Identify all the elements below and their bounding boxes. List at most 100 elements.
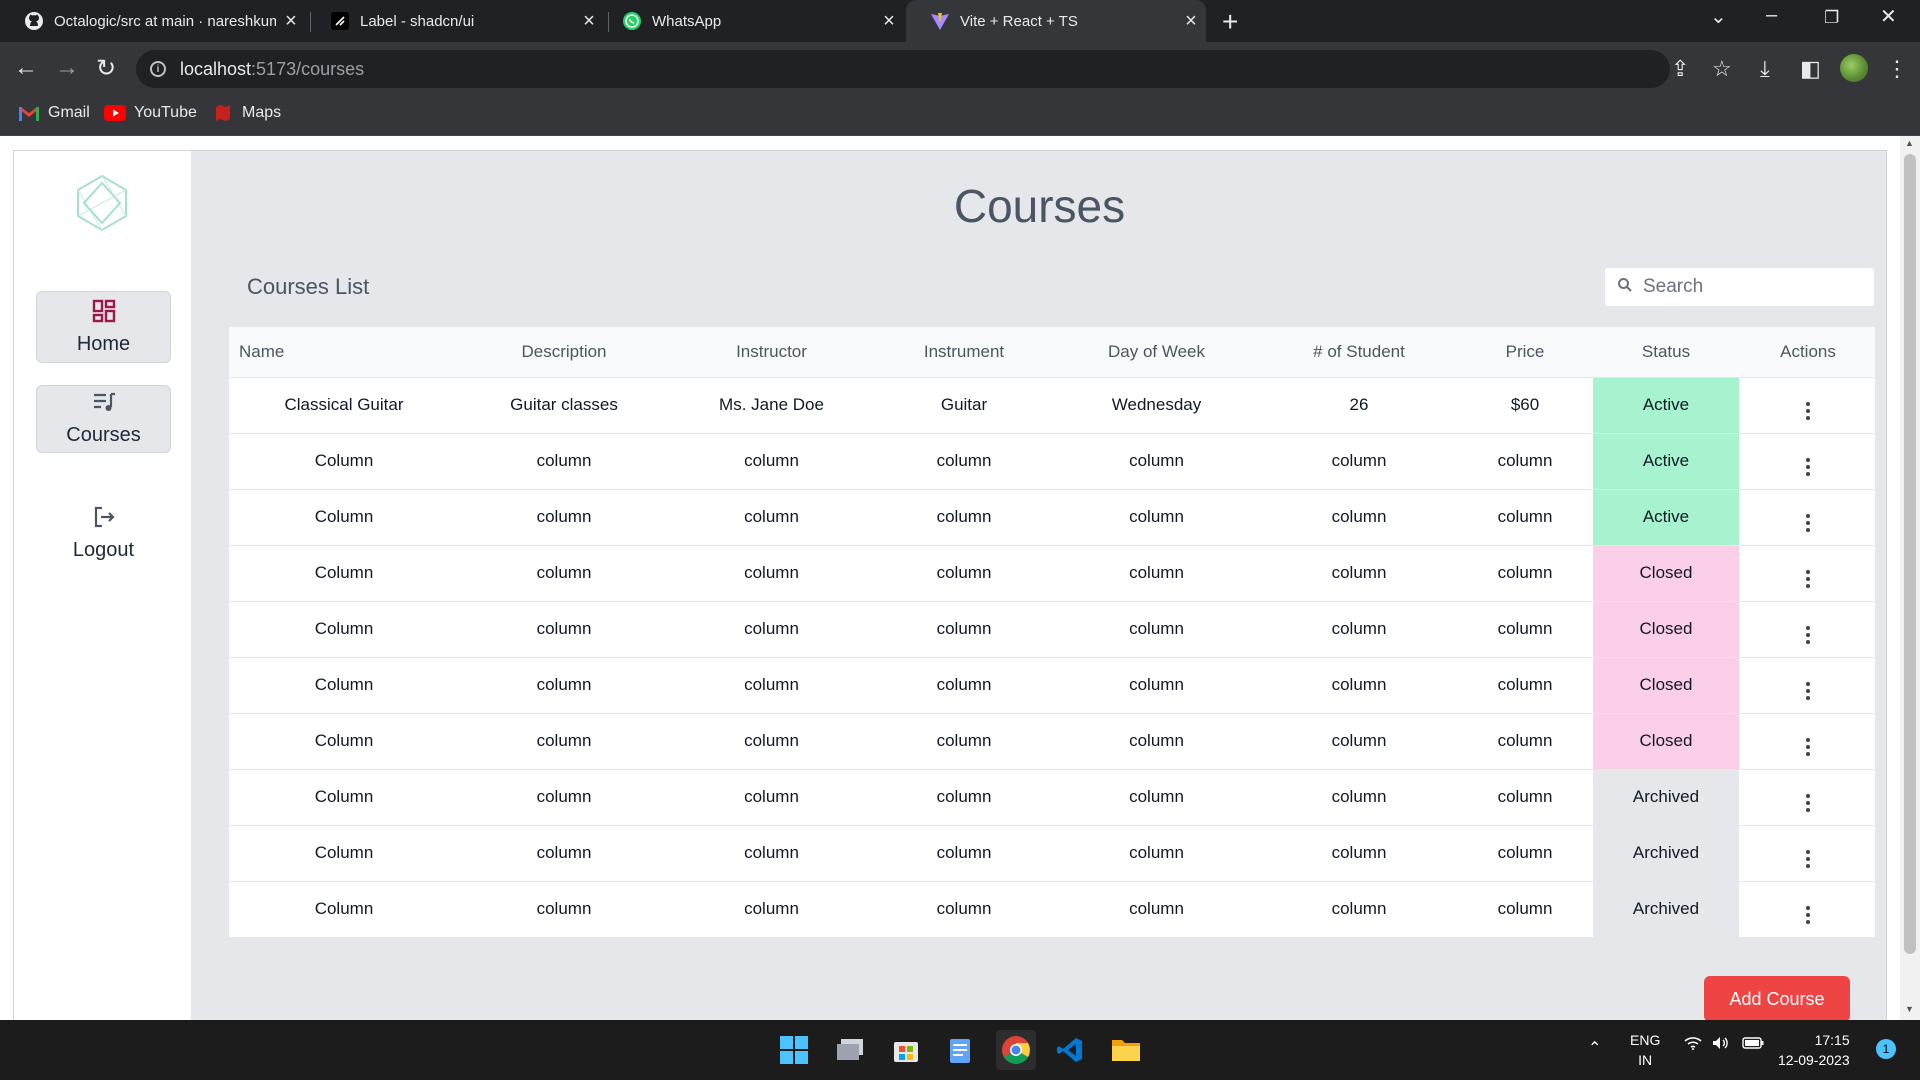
search-field[interactable] [1604, 267, 1875, 307]
table-header-row: Name Description Instructor Instrument D… [229, 327, 1875, 378]
table-row[interactable]: Column column column column column colum… [229, 601, 1875, 658]
table-row[interactable]: Column column column column column colum… [229, 489, 1875, 546]
column-header-description[interactable]: Description [459, 327, 669, 378]
tab-search-chevron-icon[interactable]: ⌄ [1710, 4, 1727, 29]
page-viewport: Home Courses Logout Courses Courses List [0, 136, 1920, 1020]
cell-students: column [1259, 489, 1459, 546]
new-tab-button[interactable]: + [1222, 6, 1238, 38]
table-row[interactable]: Classical Guitar Guitar classes Ms. Jane… [229, 377, 1875, 434]
row-actions-kebab-icon[interactable] [1806, 513, 1810, 532]
bookmark-gmail[interactable]: Gmail [18, 104, 90, 122]
forward-icon[interactable]: → [55, 54, 79, 82]
task-view-icon[interactable] [830, 1030, 870, 1070]
site-info-icon[interactable]: i [150, 61, 166, 77]
cell-price: column [1459, 713, 1591, 770]
close-window-icon[interactable]: ✕ [1880, 4, 1897, 29]
column-header-instrument[interactable]: Instrument [874, 327, 1054, 378]
close-tab-icon[interactable]: × [874, 10, 904, 33]
language-indicator[interactable]: ENG IN [1630, 1030, 1660, 1070]
browser-tab-shadcn[interactable]: Label - shadcn/ui × [306, 0, 604, 42]
bookmark-youtube[interactable]: YouTube [104, 104, 197, 122]
menu-kebab-icon[interactable]: ⋮ [1886, 56, 1908, 82]
cell-name: Column [229, 433, 459, 490]
cell-day: column [1054, 489, 1259, 546]
scroll-down-arrow-icon[interactable]: ▼ [1905, 1004, 1914, 1014]
sidebar-item-logout[interactable]: Logout [36, 499, 171, 567]
show-hidden-icons-chevron-icon[interactable]: ⌃ [1588, 1038, 1601, 1058]
row-actions-kebab-icon[interactable] [1806, 401, 1810, 420]
search-icon [1617, 277, 1637, 298]
cell-description: column [459, 489, 669, 546]
address-bar[interactable]: i localhost:5173/courses [136, 50, 1670, 88]
chrome-icon[interactable] [996, 1030, 1036, 1070]
column-header-students[interactable]: # of Student [1259, 327, 1459, 378]
column-header-name[interactable]: Name [229, 327, 459, 378]
table-row[interactable]: Column column column column column colum… [229, 713, 1875, 770]
close-tab-icon[interactable]: × [276, 10, 306, 33]
share-icon[interactable]: ⇪ [1671, 56, 1689, 82]
cell-name: Column [229, 825, 459, 882]
search-input[interactable] [1643, 276, 1863, 298]
profile-avatar[interactable] [1840, 54, 1868, 82]
bookmark-maps[interactable]: Maps [212, 104, 281, 122]
windows-start-icon[interactable] [774, 1030, 814, 1070]
column-header-status[interactable]: Status [1591, 327, 1741, 378]
table-row[interactable]: Column column column column column colum… [229, 769, 1875, 826]
download-icon[interactable]: ⤓ [1760, 56, 1770, 82]
minimize-icon[interactable]: – [1766, 4, 1777, 27]
column-header-instructor[interactable]: Instructor [669, 327, 874, 378]
microsoft-store-icon[interactable] [886, 1030, 926, 1070]
cell-instrument: column [874, 713, 1054, 770]
volume-icon[interactable] [1712, 1036, 1730, 1053]
row-actions-kebab-icon[interactable] [1806, 625, 1810, 644]
scrollbar-thumb[interactable] [1904, 154, 1916, 954]
scroll-up-arrow-icon[interactable]: ▲ [1905, 138, 1914, 148]
row-actions-kebab-icon[interactable] [1806, 849, 1810, 868]
browser-tabstrip: Octalogic/src at main · nareshkum × Labe… [0, 0, 1920, 42]
notification-count-badge[interactable]: 1 [1876, 1039, 1896, 1059]
back-icon[interactable]: ← [14, 54, 38, 82]
table-row[interactable]: Column column column column column colum… [229, 825, 1875, 882]
row-actions-kebab-icon[interactable] [1806, 737, 1810, 756]
table-row[interactable]: Column column column column column colum… [229, 881, 1875, 938]
table-row[interactable]: Column column column column column colum… [229, 433, 1875, 490]
file-explorer-icon[interactable] [1106, 1030, 1146, 1070]
row-actions-kebab-icon[interactable] [1806, 793, 1810, 812]
browser-tab-whatsapp[interactable]: WhatsApp × [598, 0, 904, 42]
row-actions-kebab-icon[interactable] [1806, 905, 1810, 924]
vscode-icon[interactable] [1050, 1030, 1090, 1070]
cell-name: Column [229, 713, 459, 770]
cell-students: column [1259, 881, 1459, 938]
cell-instructor: column [669, 769, 874, 826]
reload-icon[interactable]: ↻ [96, 54, 116, 83]
sidebar-item-home[interactable]: Home [36, 291, 171, 363]
add-course-button[interactable]: Add Course [1704, 976, 1850, 1020]
cell-price: column [1459, 601, 1591, 658]
sidebar-item-courses[interactable]: Courses [36, 385, 171, 453]
column-header-price[interactable]: Price [1459, 327, 1591, 378]
region-code: IN [1638, 1052, 1653, 1068]
courses-table-card: Name Description Instructor Instrument D… [229, 327, 1875, 938]
notepad-icon[interactable] [940, 1030, 980, 1070]
cell-day: Wednesday [1054, 377, 1259, 434]
restore-icon[interactable]: ❐ [1824, 8, 1839, 28]
cell-day: column [1054, 433, 1259, 490]
page-scrollbar[interactable]: ▲ ▼ [1900, 136, 1920, 1020]
system-clock[interactable]: 17:15 12-09-2023 [1778, 1030, 1850, 1070]
table-row[interactable]: Column column column column column colum… [229, 657, 1875, 714]
cell-actions [1741, 657, 1875, 714]
row-actions-kebab-icon[interactable] [1806, 457, 1810, 476]
close-tab-icon[interactable]: × [1176, 10, 1206, 33]
column-header-day-of-week[interactable]: Day of Week [1054, 327, 1259, 378]
wifi-icon[interactable] [1684, 1036, 1702, 1053]
side-panel-icon[interactable]: ◧ [1800, 56, 1821, 82]
cell-status: Archived [1591, 881, 1741, 938]
browser-tab-vite[interactable]: Vite + React + TS × [906, 0, 1206, 42]
table-row[interactable]: Column column column column column colum… [229, 545, 1875, 602]
row-actions-kebab-icon[interactable] [1806, 681, 1810, 700]
battery-icon[interactable] [1742, 1036, 1764, 1053]
row-actions-kebab-icon[interactable] [1806, 569, 1810, 588]
bookmark-star-icon[interactable]: ☆ [1712, 56, 1732, 82]
cell-description: column [459, 601, 669, 658]
browser-tab-github[interactable]: Octalogic/src at main · nareshkum × [0, 0, 306, 42]
